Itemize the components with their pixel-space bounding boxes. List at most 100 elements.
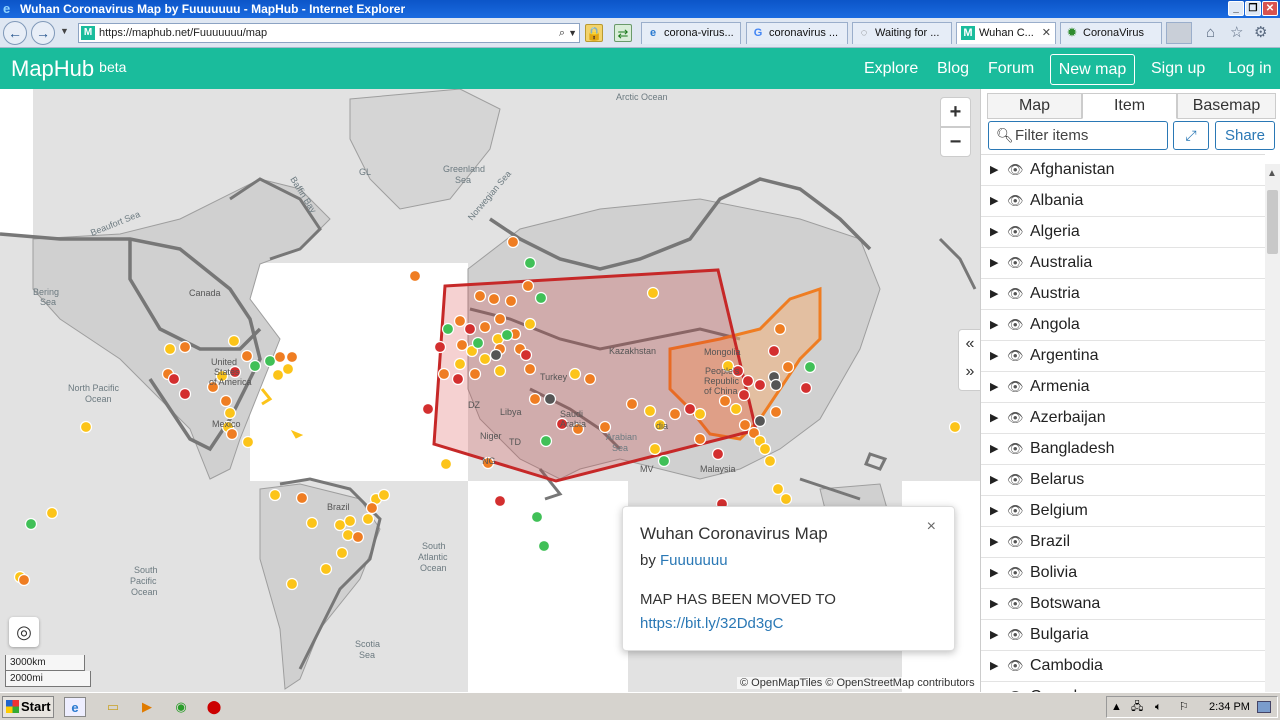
expand-arrow-icon[interactable]: ▶ [990,496,998,526]
map-marker-green[interactable] [803,360,817,374]
eye-icon[interactable]: 👁︎ [1007,310,1024,340]
map-marker-red[interactable] [737,388,751,402]
map-marker-orange[interactable] [240,349,254,363]
map-marker-green[interactable] [24,517,38,531]
map-marker-orange[interactable] [295,491,309,505]
map-marker-orange[interactable] [285,350,299,364]
map-marker-yellow[interactable] [163,342,177,356]
start-button[interactable]: Start [2,696,54,718]
map-marker-green[interactable] [263,354,277,368]
show-desktop-icon[interactable] [1257,701,1271,713]
map-marker-yellow[interactable] [779,492,793,506]
list-item[interactable]: ▶ 👁︎ Brazil [981,527,1265,558]
address-bar[interactable]: M https://maphub.net/Fuuuuuuu/map ⌕ ▼ [78,23,580,43]
map-marker-yellow[interactable] [241,435,255,449]
tab-map[interactable]: Map [987,93,1082,119]
expand-arrow-icon[interactable]: ▶ [990,217,998,247]
popup-close-icon[interactable]: × [927,518,936,536]
map-marker-orange[interactable] [468,367,482,381]
map-marker-orange[interactable] [351,530,365,544]
expand-arrow-icon[interactable]: ▶ [990,403,998,433]
map-marker-green[interactable] [248,359,262,373]
media-player-icon[interactable]: ▶ [136,697,158,717]
map-marker-red[interactable] [767,344,781,358]
map-marker-yellow[interactable] [493,364,507,378]
volume-icon[interactable]: 🔈︎ [1155,697,1162,717]
map-marker-yellow[interactable] [341,528,355,542]
map-marker-gray[interactable] [753,414,767,428]
map-marker-yellow[interactable] [763,454,777,468]
map-marker-yellow[interactable] [335,546,349,560]
map-marker-orange[interactable] [473,289,487,303]
expand-arrow-icon[interactable]: ▶ [990,527,998,557]
popup-author-link[interactable]: Fuuuuuuu [660,552,728,569]
map-canvas[interactable]: Arctic Ocean GL Greenland Sea Beaufort S… [0,89,980,692]
map-marker-gray[interactable] [543,392,557,406]
close-window-button[interactable]: ✕ [1262,1,1278,16]
scroll-up-icon[interactable]: ▲ [1267,168,1277,179]
map-marker-orange[interactable] [523,362,537,376]
map-marker-red[interactable] [433,340,447,354]
eye-icon[interactable]: 👁︎ [1007,372,1024,402]
eye-icon[interactable]: 👁︎ [1007,279,1024,309]
eye-icon[interactable]: 👁︎ [1007,496,1024,526]
list-item[interactable]: ▶ 👁︎ Albania [981,186,1265,217]
map-marker-yellow[interactable] [45,506,59,520]
expand-arrow-icon[interactable]: ▶ [990,434,998,464]
list-item[interactable]: ▶ 👁︎ Australia [981,248,1265,279]
expand-arrow-icon[interactable]: ▶ [990,310,998,340]
map-marker-orange[interactable] [478,320,492,334]
list-item[interactable]: ▶ 👁︎ Afghanistan [981,155,1265,186]
expand-arrow-icon[interactable]: ▶ [990,341,998,371]
flag-icon[interactable]: ⚐ [1179,697,1189,717]
expand-arrow-icon[interactable]: ▶ [990,155,998,185]
map-marker-yellow[interactable] [646,286,660,300]
map-marker-yellow[interactable] [377,488,391,502]
map-marker-yellow[interactable] [729,402,743,416]
map-marker-orange[interactable] [668,407,682,421]
eye-icon[interactable]: 👁︎ [1007,217,1024,247]
map-attribution[interactable]: © OpenMapTiles © OpenStreetMap contribut… [737,677,978,689]
eye-icon[interactable]: 👁︎ [1007,403,1024,433]
map-marker-green[interactable] [657,454,671,468]
map-marker-orange[interactable] [504,294,518,308]
map-marker-green[interactable] [500,328,514,342]
new-tab-button[interactable] [1166,22,1192,44]
list-item[interactable]: ▶ 👁︎ Algeria [981,217,1265,248]
map-marker-orange[interactable] [365,501,379,515]
eye-icon[interactable]: 👁︎ [1007,434,1024,464]
stop-icon[interactable]: ⬤ [203,697,225,717]
eye-icon[interactable]: 👁︎ [1007,527,1024,557]
map-marker-orange[interactable] [583,372,597,386]
map-marker-green[interactable] [537,539,551,553]
tab-coronavirus-google[interactable]: G coronavirus ... [746,22,848,44]
eye-icon[interactable]: 👁︎ [1007,248,1024,278]
tray-expand-icon[interactable]: ▲ [1111,697,1122,717]
map-marker-orange[interactable] [455,338,469,352]
tab-basemap[interactable]: Basemap [1177,93,1276,119]
eye-icon[interactable]: 👁︎ [1007,186,1024,216]
map-marker-red[interactable] [451,372,465,386]
refresh-icon[interactable]: ⇄ [614,24,632,42]
share-button[interactable]: Share [1215,121,1275,150]
map-marker-yellow[interactable] [319,562,333,576]
popup-moved-link[interactable]: https://bit.ly/32Dd3gC [640,615,783,632]
map-marker-orange[interactable] [437,367,451,381]
map-marker-orange[interactable] [718,394,732,408]
map-marker-yellow[interactable] [227,334,241,348]
tab-item[interactable]: Item [1082,93,1177,119]
map-marker-yellow[interactable] [79,420,93,434]
eye-icon[interactable]: 👁︎ [1007,589,1024,619]
history-dropdown-icon[interactable]: ▼ [60,26,69,36]
map-marker-red[interactable] [753,378,767,392]
map-marker-red[interactable] [463,322,477,336]
map-marker-red[interactable] [683,402,697,416]
eye-icon[interactable]: 👁︎ [1007,620,1024,650]
eye-icon[interactable]: 👁︎ [1007,558,1024,588]
map-marker-orange[interactable] [506,235,520,249]
eye-icon[interactable]: 👁︎ [1007,651,1024,681]
list-item[interactable]: ▶ 👁︎ Bangladesh [981,434,1265,465]
list-item[interactable]: ▶ 👁︎ Canada [981,682,1265,692]
map-marker-yellow[interactable] [439,457,453,471]
map-marker-green[interactable] [523,256,537,270]
